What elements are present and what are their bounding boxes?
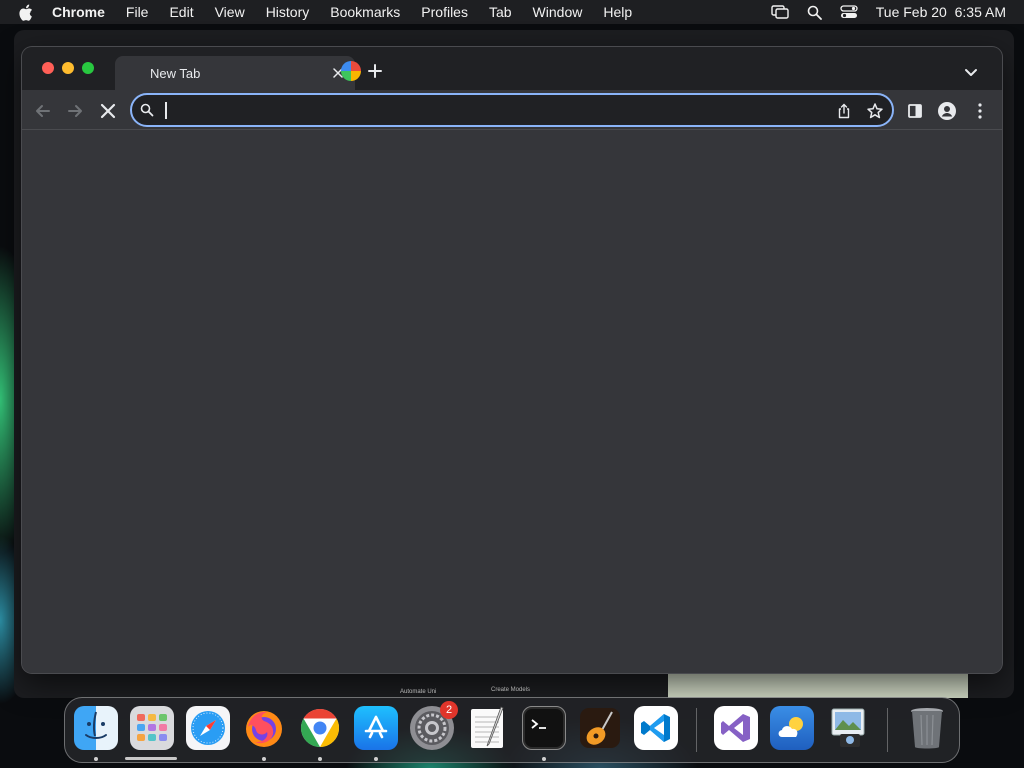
- background-window-preview: [668, 672, 968, 698]
- screen-mirroring-icon[interactable]: [771, 5, 789, 19]
- app-store-icon[interactable]: [354, 706, 398, 750]
- system-settings-badge: 2: [440, 701, 458, 719]
- share-icon[interactable]: [836, 103, 852, 119]
- background-peek-label: Automate Uni: [400, 689, 437, 695]
- finder-running-indicator: [94, 757, 98, 761]
- menu-view[interactable]: View: [215, 4, 245, 20]
- window-zoom-button[interactable]: [82, 62, 94, 74]
- menu-app-name[interactable]: Chrome: [52, 4, 105, 20]
- forward-arrow-icon[interactable]: [66, 102, 84, 120]
- launchpad-icon[interactable]: [130, 706, 174, 750]
- stop-loading-icon[interactable]: [99, 102, 117, 120]
- control-center-icon[interactable]: [840, 5, 858, 19]
- background-peek-label: Create Models: [491, 687, 531, 693]
- app-store-running-indicator: [374, 757, 378, 761]
- firefox-running-indicator: [262, 757, 266, 761]
- spotlight-search-icon[interactable]: [807, 5, 822, 20]
- back-arrow-icon[interactable]: [34, 102, 52, 120]
- menu-bar: Chrome File Edit View History Bookmarks …: [0, 0, 1024, 24]
- page-content-area[interactable]: [22, 131, 1002, 673]
- firefox-icon[interactable]: [242, 706, 286, 750]
- address-bar[interactable]: [130, 93, 894, 127]
- menu-bookmarks[interactable]: Bookmarks: [330, 4, 400, 20]
- tab-title: New Tab: [150, 65, 201, 81]
- visual-studio-icon[interactable]: [714, 706, 758, 750]
- textedit-icon[interactable]: [466, 706, 510, 750]
- tab-new-tab[interactable]: New Tab: [115, 56, 355, 90]
- tab-search-chevron-icon[interactable]: [964, 65, 978, 76]
- finder-icon[interactable]: [74, 706, 118, 750]
- launchpad-indicator-bar: [125, 757, 177, 760]
- loading-spinner-icon: [341, 61, 361, 81]
- garageband-icon[interactable]: [578, 706, 622, 750]
- safari-icon[interactable]: [186, 706, 230, 750]
- tab-strip: New Tab: [22, 47, 1002, 90]
- window-minimize-button[interactable]: [62, 62, 74, 74]
- profile-avatar-icon[interactable]: [938, 102, 956, 120]
- dock-separator: [887, 708, 888, 752]
- new-tab-button[interactable]: [367, 63, 383, 79]
- weather-icon[interactable]: [770, 706, 814, 750]
- terminal-running-indicator: [542, 757, 546, 761]
- window-close-button[interactable]: [42, 62, 54, 74]
- menu-help[interactable]: Help: [603, 4, 632, 20]
- menu-history[interactable]: History: [266, 4, 310, 20]
- dock: [64, 697, 960, 763]
- chrome-icon[interactable]: [298, 706, 342, 750]
- search-icon: [140, 103, 154, 117]
- dock-separator: [696, 708, 697, 752]
- apple-menu-icon[interactable]: [18, 4, 36, 21]
- chrome-menu-icon[interactable]: [971, 102, 989, 120]
- side-panel-icon[interactable]: [906, 102, 924, 120]
- vscode-icon[interactable]: [634, 706, 678, 750]
- chrome-running-indicator: [318, 757, 322, 761]
- menu-profiles[interactable]: Profiles: [421, 4, 468, 20]
- menu-file[interactable]: File: [126, 4, 149, 20]
- preview-icon[interactable]: [826, 706, 870, 750]
- terminal-icon[interactable]: [522, 706, 566, 750]
- trash-icon[interactable]: [905, 706, 949, 750]
- chrome-window: New Tab: [22, 47, 1002, 673]
- bookmark-star-icon[interactable]: [866, 102, 884, 120]
- menu-window[interactable]: Window: [533, 4, 583, 20]
- address-input[interactable]: [168, 100, 808, 122]
- browser-toolbar: [22, 90, 1002, 130]
- menu-edit[interactable]: Edit: [169, 4, 193, 20]
- menu-bar-clock[interactable]: Tue Feb 20 6:35 AM: [876, 4, 1006, 20]
- text-cursor: [165, 102, 167, 119]
- menu-tab[interactable]: Tab: [489, 4, 512, 20]
